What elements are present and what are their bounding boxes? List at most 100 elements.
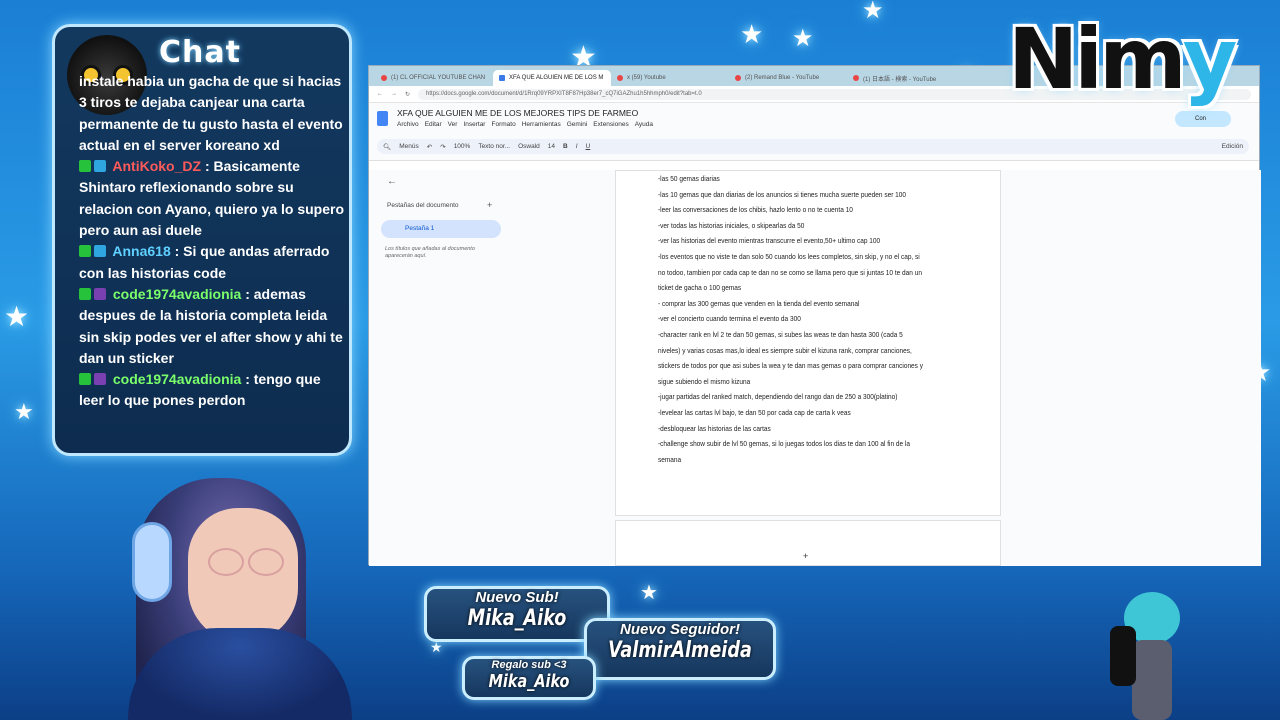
search-icon[interactable]: 🔍︎ — [383, 143, 391, 151]
browser-tab[interactable]: (1) CL OFFICIAL YOUTUBE CHAN — [375, 70, 493, 86]
doc-line: semana — [658, 454, 682, 464]
chat-username[interactable]: code1974avadionia — [113, 286, 241, 302]
doc-line: ticket de gacha o 100 gemas — [658, 283, 742, 293]
menu-gemini[interactable]: Gemini — [567, 121, 588, 128]
glasses-icon — [248, 548, 284, 576]
face — [188, 508, 298, 643]
menu-insertar[interactable]: Insertar — [463, 121, 485, 128]
chat-text: instale habia un gacha de que si hacias … — [79, 73, 343, 153]
document-tab-1[interactable]: Pestaña 1 — [381, 220, 501, 238]
docs-menubar: Archivo Editar Ver Insertar Formato Herr… — [397, 121, 653, 128]
add-tab-icon[interactable]: + — [487, 200, 492, 210]
document-page-2[interactable]: + — [615, 520, 1001, 566]
logo-text: Nim — [1008, 10, 1187, 108]
star-icon: ★ — [740, 20, 764, 50]
menu-archivo[interactable]: Archivo — [397, 121, 419, 128]
alert-title: Nuevo Sub! — [475, 589, 559, 606]
star-icon: ★ — [4, 300, 30, 333]
alert-title: Nuevo Seguidor! — [619, 621, 740, 638]
chat-message: instale habia un gacha de que si hacias … — [79, 71, 347, 156]
browser-tab[interactable]: (1) 日本語 - 検索 - YouTube — [847, 70, 965, 86]
sidebar-back-icon[interactable]: ← — [387, 176, 397, 187]
chibi-mascot — [1104, 592, 1194, 720]
undo-icon[interactable]: ↶ — [427, 143, 432, 151]
browser-tab[interactable]: (2) Remand Blue - YouTube — [729, 70, 847, 86]
doc-line: sigue subiendo el mismo kizuna — [658, 376, 751, 386]
alert-name: ValmirAlmeida — [608, 638, 752, 663]
doc-line: -character rank en lvl 2 te dan 50 gemas… — [658, 329, 903, 339]
sub-badge-icon — [94, 245, 106, 258]
style-select[interactable]: Texto nor... — [478, 143, 510, 150]
menu-herramientas[interactable]: Herramientas — [522, 121, 561, 128]
moderator-badge-icon — [79, 245, 91, 258]
browser-tab[interactable]: x (59) Youtube — [611, 70, 729, 86]
zoom-select[interactable]: 100% — [454, 143, 471, 150]
underline-icon[interactable]: U — [586, 143, 591, 150]
document-page[interactable]: -las 50 gemas diarias -las 10 gemas que … — [615, 170, 1001, 516]
doc-line: - comprar las 300 gemas que venden en la… — [658, 298, 860, 308]
doc-line: -jugar partidas del ranked match, depend… — [658, 392, 898, 402]
bold-icon[interactable]: B — [563, 143, 568, 150]
chat-messages: instale habia un gacha de que si hacias … — [79, 71, 347, 412]
chat-message: code1974avadionia : tengo que leer lo qu… — [79, 369, 347, 412]
browser-tab-active[interactable]: XFA QUE ALGUIEN ME DE LOS M — [493, 70, 611, 86]
back-arrow-icon[interactable]: ← — [377, 91, 383, 97]
reload-icon[interactable]: ↻ — [405, 91, 410, 98]
tab-label: (1) CL OFFICIAL YOUTUBE CHAN — [391, 75, 486, 81]
chat-username[interactable]: code1974avadionia — [113, 371, 241, 387]
youtube-favicon-icon — [617, 75, 623, 81]
italic-icon[interactable]: I — [576, 143, 578, 150]
share-button[interactable]: Con — [1175, 111, 1231, 127]
doc-line: -ver todas las historias iniciales, o sk… — [658, 220, 805, 230]
menu-formato[interactable]: Formato — [491, 121, 515, 128]
browser-window: (1) CL OFFICIAL YOUTUBE CHAN XFA QUE ALG… — [368, 65, 1261, 566]
headset-icon — [132, 522, 172, 602]
font-select[interactable]: Oswald — [518, 143, 540, 150]
docs-toolbar: 🔍︎ Menús ↶ ↷ 100% Texto nor... Oswald 14… — [377, 139, 1249, 154]
doc-line: stickers de todos por que asi subes la w… — [658, 361, 923, 371]
moderator-badge-icon — [79, 373, 91, 386]
channel-logo: Nimy — [1008, 10, 1238, 108]
chibi-cat-icon — [1110, 626, 1136, 686]
page-area: -las 50 gemas diarias -las 10 gemas que … — [509, 170, 1261, 566]
chat-message: AntiKoko_DZ : Basicamente Shintaro refle… — [79, 156, 347, 241]
sidebar-heading: Pestañas del documento — [387, 202, 459, 209]
redo-icon[interactable]: ↷ — [440, 143, 445, 151]
doc-line: -leer las conversaciones de los chibis, … — [658, 205, 853, 215]
new-sub-alert: Nuevo Sub! Mika_Aiko — [424, 586, 610, 642]
star-icon: ★ — [640, 580, 658, 604]
menu-ver[interactable]: Ver — [448, 121, 458, 128]
mouse-cursor-icon: + — [803, 551, 809, 561]
tab-label: (1) 日本語 - 検索 - YouTube — [863, 76, 937, 83]
doc-line: -los eventos que no viste te dan solo 50… — [658, 251, 920, 261]
doc-line: -las 50 gemas diarias — [658, 174, 720, 183]
sub-badge-icon — [94, 287, 106, 300]
star-icon: ★ — [792, 24, 814, 52]
logo-text-end: y — [1182, 10, 1238, 108]
document-title[interactable]: XFA QUE ALGUIEN ME DE LOS MEJORES TIPS D… — [397, 108, 638, 118]
menu-editar[interactable]: Editar — [425, 121, 442, 128]
chat-username[interactable]: AntiKoko_DZ — [112, 158, 201, 174]
docs-header: XFA QUE ALGUIEN ME DE LOS MEJORES TIPS D… — [369, 103, 1259, 161]
forward-arrow-icon[interactable]: → — [391, 91, 397, 97]
youtube-favicon-icon — [853, 75, 859, 81]
youtube-favicon-icon — [381, 75, 387, 81]
docs-logo-icon[interactable] — [377, 111, 388, 126]
menu-ayuda[interactable]: Ayuda — [635, 121, 653, 128]
doc-line: niveles) y varias cosas mas,lo ideal es … — [658, 345, 912, 355]
doc-line: -ver el concierto cuando termina el even… — [658, 314, 801, 324]
star-icon: ★ — [862, 0, 884, 24]
moderator-badge-icon — [79, 160, 91, 173]
menus-button[interactable]: Menús — [399, 143, 419, 150]
document-body[interactable]: -las 50 gemas diarias -las 10 gemas que … — [658, 171, 966, 467]
alert-title: Regalo sub <3 — [491, 659, 567, 671]
star-icon: ★ — [430, 640, 443, 656]
chat-username[interactable]: Anna618 — [112, 243, 170, 259]
youtube-favicon-icon — [735, 75, 741, 81]
edit-mode-select[interactable]: Edición — [1222, 143, 1243, 150]
document-tabs-sidebar: ← Pestañas del documento + Pestaña 1 Los… — [369, 170, 509, 566]
chat-panel: Chat instale habia un gacha de que si ha… — [52, 24, 352, 456]
font-size-input[interactable]: 14 — [548, 143, 555, 150]
menu-extensiones[interactable]: Extensiones — [593, 121, 628, 128]
tab-label: (2) Remand Blue - YouTube — [745, 75, 820, 81]
